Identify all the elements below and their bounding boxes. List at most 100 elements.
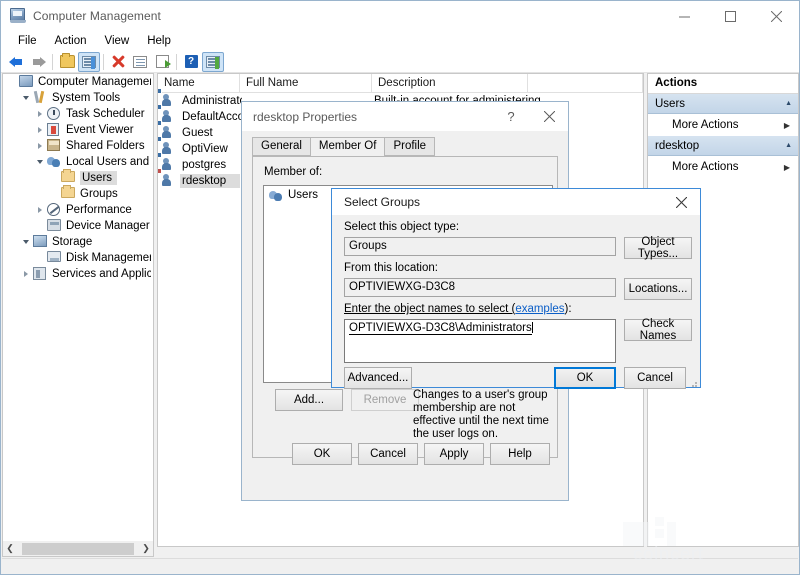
properties-cancel-button[interactable]: Cancel [358,443,418,465]
cell-name: OptiView [182,143,228,155]
column-header-full-name[interactable]: Full Name [240,74,372,93]
tree-item-computer-management-local[interactable]: Computer Management (Local [3,74,153,90]
back-button[interactable] [5,52,27,72]
select-groups-close-button[interactable] [662,189,700,215]
tab-member-of[interactable]: Member Of [309,137,386,157]
tree-item-storage[interactable]: Storage [3,234,153,250]
properties-close-button[interactable] [530,102,568,131]
computer-icon [19,75,35,89]
properties-apply-button[interactable]: Apply [424,443,484,465]
storage-icon [33,235,49,249]
chevron-right-icon[interactable] [33,143,47,149]
help-button[interactable]: ? [180,52,202,72]
chevron-right-icon[interactable] [19,271,33,277]
location-field[interactable]: OPTIVIEWXG-D3C8 [344,278,616,297]
chevron-down-icon[interactable] [33,160,47,164]
task-scheduler-icon [47,107,63,121]
chevron-up-icon[interactable]: ▲ [785,142,792,149]
action-item-more-actions[interactable]: More Actions ▶ [648,114,798,136]
chevron-down-icon[interactable] [19,240,33,244]
properties-help-button[interactable]: ? [492,102,530,131]
user-icon [158,136,178,156]
tree-item-label: Storage [52,236,93,248]
object-names-label-suffix: ): [564,303,572,315]
tree-item-performance[interactable]: Performance [3,202,153,218]
object-type-field[interactable]: Groups [344,237,616,256]
select-groups-cancel-button[interactable]: Cancel [624,367,686,389]
tree-item-users[interactable]: Users [3,169,153,186]
tree-item-system-tools[interactable]: System Tools [3,90,153,106]
properties-button[interactable] [129,52,151,72]
computer-management-window: Computer Management File Action View Hel… [0,0,800,575]
user-icon [158,88,178,108]
show-hide-console-tree-button[interactable] [78,51,100,72]
minimize-button[interactable] [661,1,707,31]
column-header-description[interactable]: Description [372,74,528,93]
properties-ok-button[interactable]: OK [292,443,352,465]
remove-button: Remove [351,389,419,411]
resize-grip[interactable] [688,378,698,388]
group-icon [269,189,283,201]
chevron-right-icon[interactable] [33,111,47,117]
object-names-input[interactable]: OPTIVIEWXG-D3C8\Administrators [344,319,616,363]
tree-item-disk-management[interactable]: Disk Management [3,250,153,266]
window-titlebar: Computer Management [1,1,799,31]
text-caret [531,322,533,333]
column-header-name[interactable]: Name [158,74,240,93]
performance-icon [47,203,63,217]
select-groups-ok-button[interactable]: OK [554,367,616,389]
scrollbar-thumb[interactable] [22,542,134,555]
object-names-value: OPTIVIEWXG-D3C8\Administrators [349,322,532,335]
actions-group-label: Users [655,97,686,110]
scroll-left-icon[interactable]: ❮ [3,543,17,554]
menu-action[interactable]: Action [46,33,96,49]
actions-group-header-rdesktop[interactable]: rdesktop ▲ [648,136,798,156]
chevron-down-icon[interactable] [19,96,33,100]
select-groups-title: Select Groups [344,195,421,209]
chevron-up-icon[interactable]: ▲ [785,100,792,107]
check-names-button[interactable]: Check Names [624,318,692,342]
object-type-label: Select this object type: [344,221,460,233]
locations-button[interactable]: Locations... [624,278,692,300]
close-button[interactable] [753,1,799,31]
actions-group-header-users[interactable]: Users ▲ [648,94,798,114]
chevron-right-icon[interactable] [33,127,47,133]
delete-button[interactable] [107,52,129,72]
menu-file[interactable]: File [9,33,46,49]
menu-view[interactable]: View [96,33,139,49]
object-types-button[interactable]: Object Types... [624,236,692,260]
tree-item-services-and-applications[interactable]: Services and Applications [3,266,153,282]
action-item-more-actions[interactable]: More Actions ▶ [648,156,798,178]
toolbar-separator [52,53,53,70]
maximize-button[interactable] [707,1,753,31]
disk-management-icon [47,251,63,265]
tree-item-event-viewer[interactable]: Event Viewer [3,122,153,138]
chevron-right-icon[interactable] [33,207,47,213]
tree-item-groups[interactable]: Groups [3,185,153,202]
properties-tabstrip: General Member Of Profile [242,137,568,157]
show-hide-action-pane-button[interactable] [202,51,224,72]
member-name: Users [288,188,319,201]
tree-item-device-manager[interactable]: Device Manager [3,218,153,234]
properties-help-action-button[interactable]: Help [490,443,550,465]
help-icon: ? [184,55,198,68]
local-users-groups-icon [47,155,63,169]
examples-link[interactable]: examples [515,303,564,315]
advanced-button[interactable]: Advanced... [344,367,412,389]
services-icon [33,267,49,281]
add-button[interactable]: Add... [275,389,343,411]
tree-item-local-users-and-groups[interactable]: Local Users and Groups [3,154,153,170]
forward-button[interactable] [27,52,49,72]
up-folder-button[interactable] [56,52,78,72]
export-list-button[interactable] [151,52,173,72]
tree-item-shared-folders[interactable]: Shared Folders [3,138,153,154]
user-icon [158,152,178,172]
tab-general[interactable]: General [252,137,311,156]
tree-item-task-scheduler[interactable]: Task Scheduler [3,106,153,122]
console-tree[interactable]: Computer Management (Local System Tools Ta… [2,73,154,547]
scroll-right-icon[interactable]: ❯ [139,543,153,554]
console-tree-hscrollbar[interactable]: ❮ ❯ [2,541,154,557]
tree-item-label: Local Users and Groups [66,156,151,168]
menu-help[interactable]: Help [138,33,180,49]
tab-profile[interactable]: Profile [384,137,436,156]
